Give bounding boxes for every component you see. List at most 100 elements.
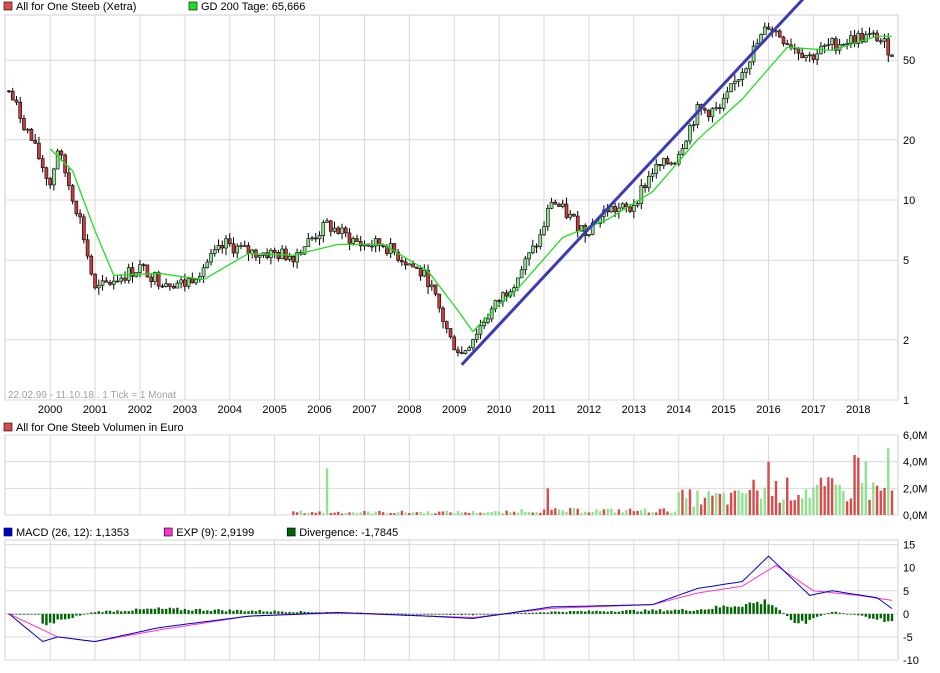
divergence-bar bbox=[666, 610, 669, 614]
divergence-bar bbox=[441, 613, 445, 615]
volume-bar bbox=[812, 487, 815, 515]
divergence-bar bbox=[789, 613, 793, 621]
divergence-bar bbox=[45, 613, 48, 626]
divergence-bar bbox=[86, 613, 89, 615]
volume-tick-label: 0,0M bbox=[903, 510, 927, 522]
candle bbox=[706, 109, 711, 118]
volume-bar bbox=[789, 500, 793, 515]
divergence-bar bbox=[673, 609, 677, 614]
candle bbox=[336, 227, 341, 234]
divergence-bar bbox=[423, 613, 426, 615]
volume-bar bbox=[707, 491, 710, 515]
candle bbox=[340, 227, 344, 234]
divergence-bar bbox=[187, 610, 190, 614]
divergence-bar bbox=[19, 613, 22, 615]
candle bbox=[280, 248, 284, 259]
divergence-bar bbox=[569, 610, 572, 614]
volume-bar bbox=[711, 495, 714, 515]
volume-bar bbox=[598, 511, 602, 515]
divergence-bar bbox=[598, 611, 602, 614]
volume-bar bbox=[887, 448, 890, 515]
divergence-bar bbox=[430, 613, 433, 615]
candle bbox=[186, 278, 191, 287]
volume-bar bbox=[673, 511, 677, 515]
volume-bar bbox=[524, 511, 527, 515]
divergence-bar bbox=[774, 607, 778, 614]
candle bbox=[138, 264, 142, 273]
red-square-icon bbox=[3, 422, 13, 432]
divergence-bar bbox=[748, 602, 752, 614]
divergence-bar bbox=[685, 610, 688, 614]
candle bbox=[654, 164, 659, 174]
divergence-bar bbox=[131, 610, 134, 614]
candle bbox=[703, 108, 707, 111]
candle bbox=[44, 167, 49, 179]
volume-bar bbox=[295, 512, 299, 515]
candle bbox=[882, 38, 887, 42]
candle bbox=[403, 261, 408, 266]
divergence-bar bbox=[415, 613, 419, 615]
y-tick-label: 2 bbox=[903, 335, 909, 347]
divergence-bar bbox=[868, 613, 871, 619]
candle bbox=[272, 249, 277, 253]
divergence-bar bbox=[277, 611, 280, 614]
candle bbox=[96, 284, 101, 289]
volume-bar bbox=[868, 499, 871, 515]
divergence-bar bbox=[135, 608, 138, 614]
y-tick-label: 20 bbox=[903, 135, 915, 147]
divergence-bar bbox=[224, 611, 228, 614]
divergence-bar bbox=[520, 613, 523, 614]
volume-bar bbox=[703, 497, 707, 515]
divergence-bar bbox=[583, 611, 587, 614]
divergence-bar bbox=[655, 610, 658, 614]
volume-bar bbox=[423, 513, 426, 515]
candle bbox=[40, 158, 45, 169]
volume-bar bbox=[501, 512, 505, 515]
y-tick-label: 1 bbox=[903, 395, 909, 407]
candle bbox=[257, 255, 262, 258]
divergence-bar bbox=[808, 613, 811, 620]
divergence-bar bbox=[778, 610, 781, 614]
candle bbox=[306, 238, 311, 247]
divergence-bar bbox=[71, 613, 74, 619]
candle bbox=[714, 107, 718, 109]
candle bbox=[242, 245, 247, 247]
volume-bar bbox=[587, 512, 591, 515]
divergence-bar bbox=[269, 611, 273, 614]
divergence-bar bbox=[853, 613, 856, 615]
divergence-bar bbox=[288, 611, 291, 614]
candle bbox=[691, 124, 696, 127]
volume-bar bbox=[838, 484, 841, 515]
divergence-bar bbox=[658, 609, 662, 614]
macd-tick-label: -5 bbox=[903, 632, 913, 644]
candle bbox=[729, 83, 733, 93]
divergence-bar bbox=[804, 613, 808, 624]
volume-legend-0: All for One Steeb Volumen in Euro bbox=[16, 422, 184, 434]
candle bbox=[538, 234, 543, 247]
volume-bar bbox=[400, 510, 404, 515]
divergence-bar bbox=[284, 612, 288, 614]
candle bbox=[635, 203, 640, 206]
candle bbox=[22, 118, 26, 130]
candle bbox=[444, 321, 449, 329]
divergence-bar bbox=[299, 610, 303, 614]
divergence-bar bbox=[535, 612, 538, 614]
volume-bar bbox=[771, 496, 774, 515]
candle bbox=[553, 201, 558, 205]
divergence-bar bbox=[815, 613, 819, 617]
divergence-bar bbox=[561, 611, 564, 614]
candle bbox=[400, 260, 404, 263]
divergence-bar bbox=[30, 613, 33, 615]
divergence-bar bbox=[116, 610, 119, 614]
candle bbox=[78, 213, 82, 218]
volume-bar bbox=[860, 482, 864, 515]
volume-bar bbox=[479, 512, 482, 515]
candle bbox=[93, 273, 97, 289]
divergence-bar bbox=[78, 613, 82, 616]
candle bbox=[119, 277, 124, 282]
divergence-bar bbox=[793, 613, 796, 623]
volume-bar bbox=[434, 513, 437, 515]
candle bbox=[725, 91, 730, 99]
volume-bar bbox=[617, 509, 621, 515]
volume-bar bbox=[748, 490, 752, 515]
